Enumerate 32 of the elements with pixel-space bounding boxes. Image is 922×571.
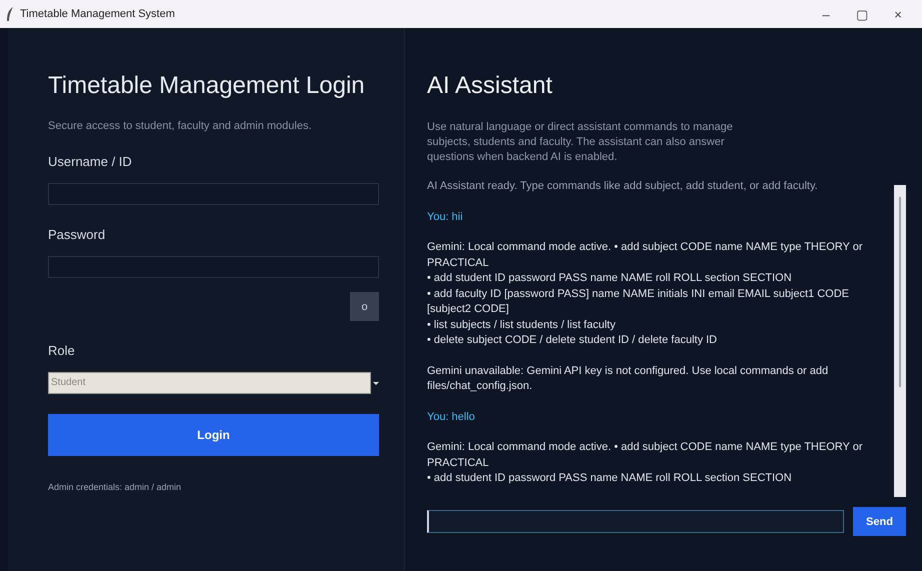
login-title: Timetable Management Login xyxy=(48,72,366,100)
assistant-message: Gemini: Local command mode active. • add subject CODE name NAME type THEORY or PRACTICAL xyxy=(427,240,864,270)
username-field[interactable] xyxy=(48,183,379,205)
window-title: Timetable Management System xyxy=(20,8,176,20)
dropdown-caret-icon xyxy=(373,382,379,384)
close-button[interactable]: × xyxy=(880,6,916,22)
message-field[interactable] xyxy=(427,510,844,533)
scrollbar[interactable] xyxy=(894,185,906,497)
user-message: You: hii xyxy=(427,210,464,224)
feather-icon xyxy=(6,7,14,21)
field-label: Password xyxy=(48,227,106,242)
assistant-message: • add student ID password PASS name NAME roll ROLL section SECTION xyxy=(427,471,793,486)
system-message: AI Assistant ready. Type commands like add subject, add student, or add faculty. xyxy=(427,179,819,194)
login-subtitle: Secure access to student, faculty and admin modules. xyxy=(48,120,313,132)
field-label: Username / ID xyxy=(48,154,133,169)
role-label: Role xyxy=(48,343,76,358)
assistant-title: AI Assistant xyxy=(427,72,554,100)
login-button[interactable]: Login xyxy=(48,414,379,456)
admin-credentials-note: Admin credentials: admin / admin xyxy=(48,482,182,492)
assistant-message: • add student ID password PASS name NAME roll ROLL section SECTION xyxy=(427,271,793,286)
assistant-message: • delete subject CODE / delete student ID / delete faculty ID xyxy=(427,333,718,348)
assistant-description: Use natural language or direct assistant commands to manage subjects, students and faculty. The assistant can also answer questions when backend AI is enabled. xyxy=(427,120,734,165)
assistant-message: Gemini unavailable: Gemini API key is not configured. Use local commands or add files/chat_config.json. xyxy=(427,364,830,394)
show-password-button[interactable]: o xyxy=(350,292,379,321)
assistant-message: Gemini: Local command mode active. • add subject CODE name NAME type THEORY or PRACTICAL xyxy=(427,440,864,470)
restore-button[interactable]: ▢ xyxy=(844,6,880,22)
user-message: You: hello xyxy=(427,410,476,424)
password-field[interactable] xyxy=(48,256,379,278)
assistant-message: • list subjects / list students / list faculty xyxy=(427,318,616,332)
assistant-message: • add faculty ID [password PASS] name NAME initials INI email EMAIL subject1 CODE [subject2 CODE] xyxy=(427,286,850,317)
send-button[interactable]: Send xyxy=(853,507,906,536)
minimize-button[interactable]: – xyxy=(808,6,844,22)
